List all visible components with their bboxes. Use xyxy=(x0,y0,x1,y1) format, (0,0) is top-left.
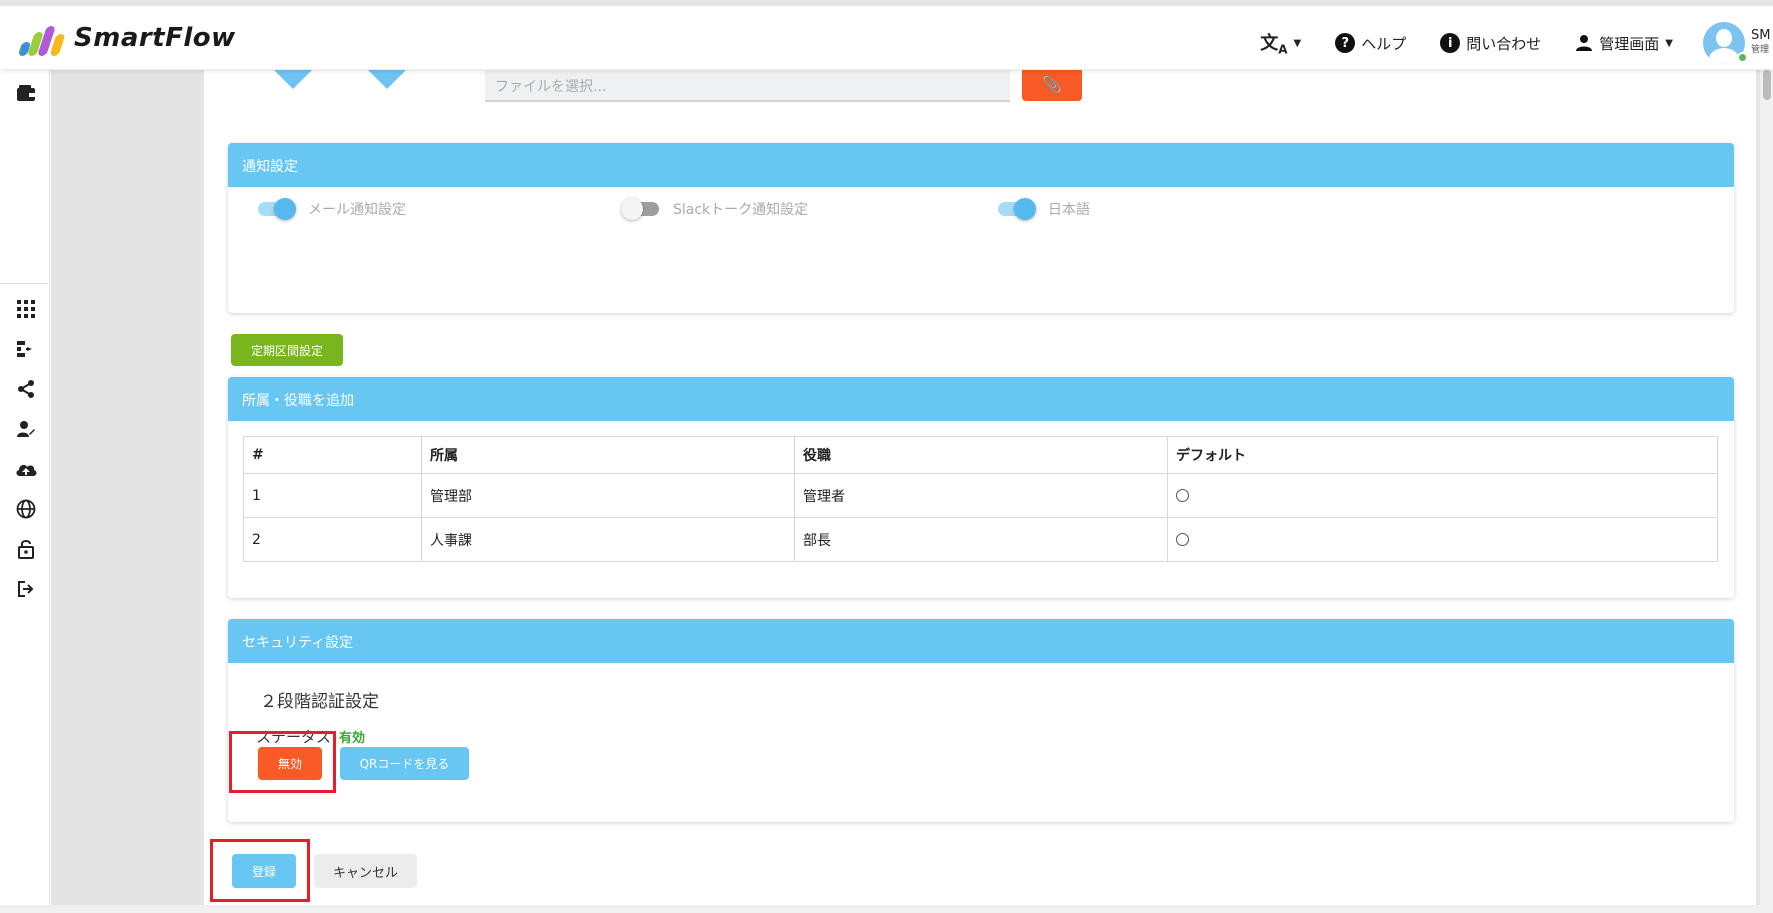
user-role: 管理 xyxy=(1751,45,1770,55)
lock-icon[interactable] xyxy=(15,538,37,560)
affiliation-title: 所属・役職を追加 xyxy=(228,377,1734,421)
top-header: SmartFlow 文A ▼ ? ヘルプ i 問い合わせ 管理画面 ▼ SM 管… xyxy=(0,0,1773,70)
paperclip-icon: 📎 xyxy=(1042,74,1062,94)
sidebar-divider xyxy=(0,283,48,284)
default-radio[interactable] xyxy=(1176,489,1189,502)
row-number: 2 xyxy=(243,517,422,562)
cancel-button[interactable]: キャンセル xyxy=(314,854,417,888)
help-label: ヘルプ xyxy=(1361,34,1407,53)
security-settings-card: セキュリティ設定 ２段階認証設定 ステータス 有効 無効 QRコードを見る xyxy=(228,619,1734,822)
japanese-label: 日本語 xyxy=(1048,202,1090,218)
row-number: 1 xyxy=(243,473,422,518)
contact-label: 問い合わせ xyxy=(1466,34,1542,53)
row-department: 人事課 xyxy=(421,517,795,562)
admin-label: 管理画面 xyxy=(1599,34,1660,53)
logo-text: SmartFlow xyxy=(74,23,236,53)
admin-menu[interactable]: 管理画面 ▼ xyxy=(1575,33,1673,54)
language-menu[interactable]: 文A ▼ xyxy=(1260,29,1301,57)
user-info[interactable]: SM 管理 xyxy=(1751,29,1773,57)
two-factor-title: ２段階認証設定 xyxy=(260,692,379,712)
japanese-toggle-row: 日本語 xyxy=(998,198,1090,220)
slack-notification-toggle-row: Slackトーク通知設定 xyxy=(621,198,809,220)
mail-notification-toggle[interactable] xyxy=(258,198,296,220)
chevron-down-icon: ▼ xyxy=(1665,37,1673,49)
affiliation-table: # 所属 役職 デフォルト 1 管理部 管理者 2 人事課 部長 xyxy=(243,436,1718,562)
slack-notification-toggle[interactable] xyxy=(621,198,659,220)
notification-settings-title: 通知設定 xyxy=(228,143,1734,187)
info-icon: i xyxy=(1440,33,1461,53)
bottom-strip xyxy=(0,905,1773,913)
file-select-input[interactable]: ファイルを選択... xyxy=(485,70,1010,102)
view-qr-code-button[interactable]: QRコードを見る xyxy=(340,747,469,780)
status-value: 有効 xyxy=(339,731,366,746)
workflow-icon[interactable] xyxy=(15,338,37,360)
col-position: 役職 xyxy=(794,436,1168,474)
row-default-cell xyxy=(1167,517,1718,562)
globe-icon[interactable] xyxy=(15,498,37,520)
online-status-dot xyxy=(1737,52,1748,63)
notification-settings-card: 通知設定 メール通知設定 Slackトーク通知設定 日本語 xyxy=(228,143,1734,313)
attach-file-button[interactable]: 📎 xyxy=(1022,67,1082,101)
slack-notification-label: Slackトーク通知設定 xyxy=(673,202,809,218)
row-department: 管理部 xyxy=(421,473,795,518)
mail-notification-toggle-row: メール通知設定 xyxy=(258,198,406,220)
table-row: 2 人事課 部長 xyxy=(243,517,1718,562)
col-number: # xyxy=(243,436,422,474)
apps-grid-icon[interactable] xyxy=(15,298,37,320)
contact-link[interactable]: i 問い合わせ xyxy=(1440,33,1541,54)
security-settings-title: セキュリティ設定 xyxy=(228,619,1734,663)
highlight-disable-button xyxy=(229,731,336,793)
row-default-cell xyxy=(1167,473,1718,518)
table-header-row: # 所属 役職 デフォルト xyxy=(243,436,1718,474)
default-radio[interactable] xyxy=(1176,533,1189,546)
highlight-register-button xyxy=(210,839,310,902)
col-department: 所属 xyxy=(421,436,795,474)
person-icon xyxy=(1576,35,1593,51)
cloud-upload-icon[interactable] xyxy=(15,458,37,480)
main-panel: ファイルを選択... 📎 通知設定 メール通知設定 Slackトーク通知設定 日… xyxy=(204,40,1756,913)
wallet-icon[interactable] xyxy=(15,82,37,104)
share-icon[interactable] xyxy=(15,378,37,400)
affiliation-card: 所属・役職を追加 # 所属 役職 デフォルト 1 管理部 管理者 2 人事課 部… xyxy=(228,377,1734,598)
translate-icon: 文A xyxy=(1260,33,1288,57)
chevron-down-icon: ▼ xyxy=(1293,37,1302,49)
user-edit-icon[interactable] xyxy=(15,418,37,440)
user-name: SM xyxy=(1751,29,1771,43)
mail-notification-label: メール通知設定 xyxy=(308,202,406,218)
top-nav: 文A ▼ ? ヘルプ i 問い合わせ 管理画面 ▼ SM 管理 xyxy=(1260,22,1773,64)
logo-icon xyxy=(16,20,66,56)
help-icon: ? xyxy=(1335,33,1356,53)
logout-icon[interactable] xyxy=(15,578,37,600)
japanese-toggle[interactable] xyxy=(998,198,1036,220)
row-position: 管理者 xyxy=(794,473,1168,518)
page-scrollbar[interactable] xyxy=(1760,70,1773,913)
left-sidebar xyxy=(0,70,50,913)
col-default: デフォルト xyxy=(1167,436,1718,474)
app-logo[interactable]: SmartFlow xyxy=(16,20,236,56)
schedule-section-button[interactable]: 定期区間設定 xyxy=(231,334,343,366)
table-row: 1 管理部 管理者 xyxy=(243,473,1718,518)
help-link[interactable]: ? ヘルプ xyxy=(1335,33,1406,54)
row-position: 部長 xyxy=(794,517,1168,562)
